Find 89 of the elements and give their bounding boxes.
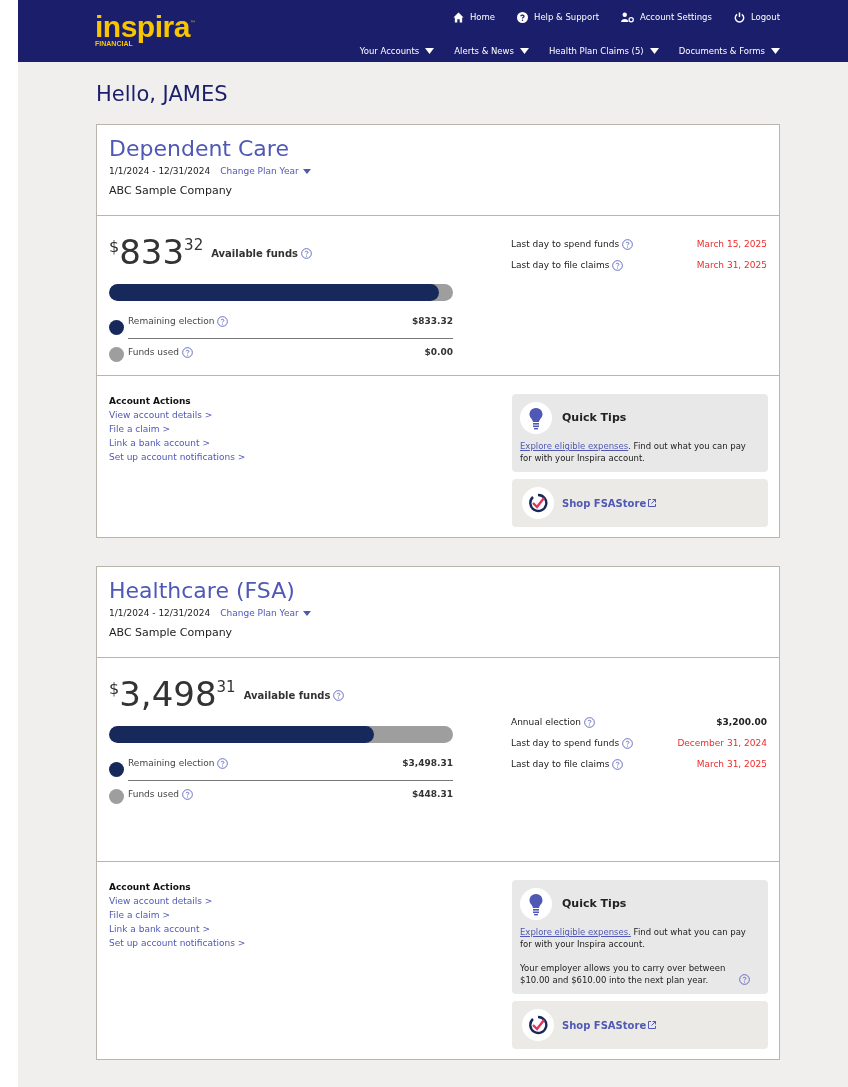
- help-icon[interactable]: [739, 974, 750, 985]
- available-funds-label: Available funds: [243, 689, 331, 703]
- help-icon[interactable]: [217, 758, 229, 770]
- home-icon: [452, 11, 464, 23]
- company-name: ABC Sample Company: [109, 624, 234, 641]
- check-circle-icon: [522, 487, 554, 519]
- account-actions-heading: Account Actions: [109, 881, 192, 894]
- plan-dates: 1/1/2024 - 12/31/2024: [109, 607, 211, 620]
- caret-icon: [302, 169, 311, 175]
- help-icon[interactable]: [622, 239, 634, 250]
- help-icon[interactable]: [583, 717, 595, 728]
- check-circle-icon: [522, 1009, 554, 1041]
- account-action-link[interactable]: View account details >: [109, 408, 246, 422]
- caret-icon: [649, 48, 659, 55]
- caret-icon: [519, 48, 529, 55]
- detail-label: Last day to spend funds: [511, 736, 620, 750]
- legend-value: $833.32: [412, 315, 453, 328]
- plan-dates: 1/1/2024 - 12/31/2024: [109, 165, 211, 178]
- greeting: Hello, JAMES: [96, 81, 229, 108]
- legend-label: Remaining election: [128, 315, 215, 328]
- nav-menu[interactable]: Documents & Forms: [678, 45, 780, 58]
- available-funds-label: Available funds: [211, 247, 298, 261]
- quick-tips-text: Explore eligible expenses. Find out what you can pay for with your Inspira account.: [520, 926, 747, 950]
- header-link[interactable]: Logout: [733, 10, 780, 24]
- change-plan-year-link[interactable]: Change Plan Year: [220, 165, 311, 179]
- lightbulb-icon: [520, 888, 552, 920]
- nav-menu[interactable]: Health Plan Claims (5): [548, 45, 659, 58]
- account-action-link[interactable]: Link a bank account >: [109, 436, 246, 450]
- account-action-link[interactable]: View account details >: [109, 894, 246, 908]
- nav-menu[interactable]: Alerts & News: [454, 45, 529, 58]
- legend-label: Funds used: [128, 345, 179, 359]
- balance-amount: 3,498: [119, 676, 217, 712]
- external-link-icon: [648, 1021, 657, 1029]
- help-icon[interactable]: [182, 788, 193, 800]
- user-gear-icon: [621, 11, 634, 23]
- account-title: Healthcare (FSA): [109, 577, 296, 605]
- account-action-link[interactable]: Set up account notifications >: [109, 450, 246, 464]
- company-name: ABC Sample Company: [109, 182, 234, 199]
- legend-label: Remaining election: [128, 757, 215, 770]
- account-title: Dependent Care: [109, 135, 290, 163]
- carry-over-note: Your employer allows you to carry over between $10.00 and $610.00 into the next plan year.: [520, 962, 727, 986]
- help-icon[interactable]: [612, 260, 624, 271]
- account-action-link[interactable]: Set up account notifications >: [109, 936, 246, 950]
- nav-menu[interactable]: Your Accounts: [359, 45, 435, 58]
- change-plan-year-link[interactable]: Change Plan Year: [220, 607, 311, 621]
- currency-sign: $: [109, 238, 120, 256]
- detail-value: $3,200.00: [716, 715, 767, 729]
- lightbulb-icon: [520, 402, 552, 434]
- help-icon: [517, 11, 528, 23]
- detail-value: December 31, 2024: [677, 736, 767, 750]
- account-action-link[interactable]: File a claim >: [109, 908, 246, 922]
- balance-cents: 31: [216, 678, 236, 696]
- account-action-link[interactable]: File a claim >: [109, 422, 246, 436]
- external-link-icon: [648, 499, 657, 507]
- currency-sign: $: [109, 680, 120, 698]
- header-link[interactable]: Help & Support: [517, 10, 599, 24]
- balance-cents: 32: [184, 236, 204, 254]
- header-link[interactable]: Account Settings: [621, 10, 712, 24]
- header-link[interactable]: Home: [452, 10, 495, 24]
- detail-value: March 31, 2025: [696, 757, 767, 771]
- detail-label: Last day to file claims: [511, 258, 610, 272]
- legend-value: $0.00: [424, 345, 453, 359]
- legend-value: $3,498.31: [402, 757, 453, 770]
- help-icon[interactable]: [217, 316, 229, 328]
- caret-icon: [771, 48, 780, 55]
- shop-fsastore-link[interactable]: Shop FSAStore: [562, 495, 657, 511]
- quick-tips-title: Quick Tips: [562, 409, 627, 426]
- quick-tips-title: Quick Tips: [562, 895, 627, 912]
- help-icon[interactable]: [301, 248, 312, 259]
- account-actions-heading: Account Actions: [109, 395, 192, 408]
- quick-tips-text: Explore eligible expenses. Find out what you can pay for with your Inspira account.: [520, 440, 747, 464]
- balance-amount: 833: [119, 234, 185, 270]
- explore-expenses-link[interactable]: Explore eligible expenses.: [520, 927, 631, 937]
- help-icon[interactable]: [333, 690, 345, 701]
- detail-label: Last day to file claims: [511, 757, 610, 771]
- detail-label: Last day to spend funds: [511, 237, 620, 251]
- caret-icon: [302, 611, 311, 617]
- detail-label: Annual election: [511, 715, 581, 729]
- shop-fsastore-link[interactable]: Shop FSAStore: [562, 1017, 657, 1033]
- detail-value: March 31, 2025: [696, 258, 767, 272]
- account-action-link[interactable]: Link a bank account >: [109, 922, 246, 936]
- legend-value: $448.31: [412, 787, 453, 801]
- help-icon[interactable]: [612, 759, 624, 770]
- detail-value: March 15, 2025: [696, 237, 767, 251]
- caret-icon: [425, 48, 435, 55]
- legend-label: Funds used: [128, 787, 179, 801]
- help-icon[interactable]: [182, 346, 193, 358]
- help-icon[interactable]: [622, 738, 634, 749]
- power-icon: [733, 11, 745, 23]
